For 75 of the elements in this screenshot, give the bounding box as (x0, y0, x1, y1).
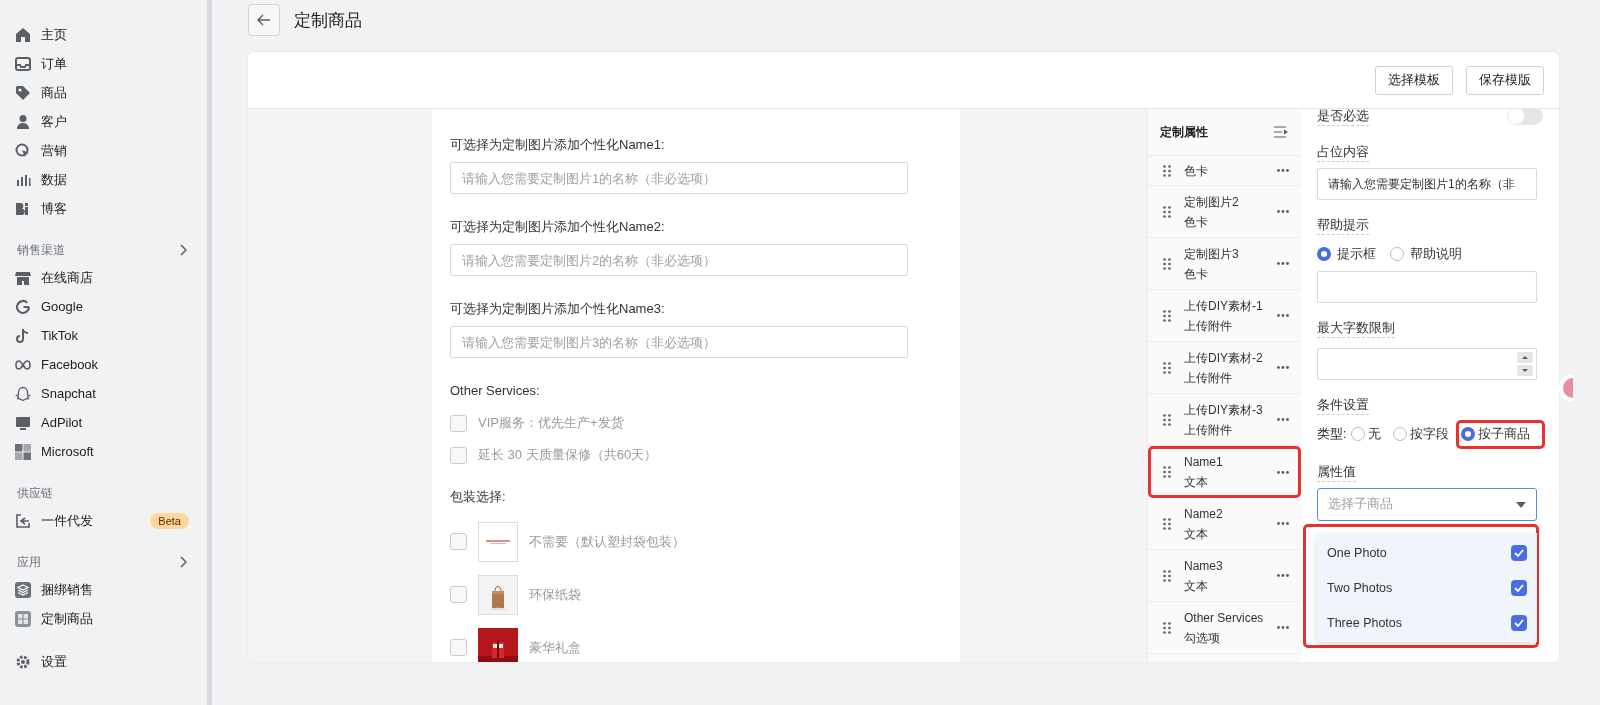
toolbar-button[interactable]: 保存模版 (1466, 65, 1544, 95)
nav-item[interactable]: Microsoft (0, 437, 205, 466)
attribute-name: Name1 (1184, 454, 1224, 471)
setting-label: 属性值 (1317, 463, 1356, 482)
attribute-name: 上传DIY素材-3 (1184, 401, 1264, 419)
radio-option[interactable]: 按字段 (1388, 419, 1457, 449)
dropdown-option[interactable]: One Photo (1317, 535, 1537, 570)
section-label: Other Services: (450, 382, 541, 400)
radio-option[interactable]: 提示框 (1317, 245, 1376, 263)
nav-item[interactable]: Facebook (0, 350, 205, 379)
nav-item[interactable]: 设置 (0, 647, 205, 676)
field-label: 可选择为定制图片添加个性化Name2: (450, 218, 666, 236)
attribute-name: 定制图片3 (1184, 245, 1240, 263)
nav-item[interactable]: 数据 (0, 165, 205, 194)
attribute-type: 色卡 (1184, 265, 1209, 283)
setting-label: 条件设置 (1317, 396, 1369, 415)
attribute-type: 上传附件 (1184, 369, 1233, 387)
section-heading: 销售渠道 (17, 241, 65, 259)
dropdown-option[interactable]: Two Photos (1317, 570, 1537, 605)
nav-item[interactable]: Snapchat (0, 379, 205, 408)
attribute-type: 文本 (1184, 525, 1209, 543)
attribute-name: 定制图片2 (1184, 193, 1240, 211)
name-input[interactable]: 请输入您需要定制图片3的名称（非必选项） (450, 326, 908, 358)
nav-item[interactable]: 捆绑销售 (0, 575, 205, 604)
placeholder-input[interactable]: 请输入您需要定制图片1的名称（非 (1317, 168, 1537, 200)
nav-item[interactable]: 博客 (0, 194, 205, 223)
nav-item[interactable]: 定制商品 (0, 604, 205, 633)
option-label: 不需要（默认塑封袋包装） (529, 532, 685, 551)
dropdown-option[interactable]: Three Photos (1317, 605, 1537, 640)
section-label: 包装选择: (450, 488, 507, 506)
nav-item[interactable]: 主页 (0, 20, 205, 49)
nav-item[interactable]: 客户 (0, 107, 205, 136)
attribute-name: 上传DIY素材-1 (1184, 297, 1264, 315)
attribute-type: 色卡 (1184, 213, 1209, 231)
setting-label: 帮助提示 (1317, 216, 1369, 235)
nav-item[interactable]: AdPilot (0, 408, 205, 437)
page-title: 定制商品 (294, 9, 362, 32)
setting-label: 最大字数限制 (1317, 319, 1395, 338)
radio-option[interactable]: 帮助说明 (1390, 245, 1462, 263)
toolbar-button[interactable]: 选择模板 (1375, 65, 1453, 95)
nav-item[interactable]: TikTok (0, 321, 205, 350)
radio-option[interactable]: 按子商品 (1456, 419, 1546, 449)
nav-item[interactable]: 商品 (0, 78, 205, 107)
name-input[interactable]: 请输入您需要定制图片2的名称（非必选项） (450, 244, 908, 276)
attribute-type: 文本 (1184, 577, 1209, 595)
field-label: 可选择为定制图片添加个性化Name3: (450, 300, 666, 318)
attribute-name: Other Services (1184, 609, 1264, 627)
nav-item[interactable]: 营销 (0, 136, 205, 165)
panel-title: 定制属性 (1160, 123, 1208, 141)
field-label: 可选择为定制图片添加个性化Name1: (450, 136, 666, 154)
attribute-type: 上传附件 (1184, 317, 1233, 335)
section-heading: 供应链 (17, 484, 53, 502)
attribute-type: 上传附件 (1184, 421, 1233, 439)
setting-label: 占位内容 (1317, 143, 1369, 162)
attribute-name: Name3 (1184, 557, 1224, 575)
attribute-name: 上传DIY素材-2 (1184, 349, 1264, 367)
nav-item[interactable]: 订单 (0, 49, 205, 78)
attribute-item[interactable]: Name1 文本 (1148, 446, 1301, 498)
option-label: 环保纸袋 (529, 585, 581, 604)
option-label: VIP服务：优先生产+发货 (478, 414, 624, 432)
beta-badge: Beta (150, 512, 189, 529)
section-heading: 应用 (17, 553, 41, 571)
nav-item[interactable]: Google (0, 292, 205, 321)
radio-option[interactable]: 无 (1346, 419, 1389, 449)
nav-item[interactable]: 一件代发 Beta (0, 506, 205, 535)
option-label: 延长 30 天质量保修（共60天） (478, 446, 658, 464)
attribute-name: Name2 (1184, 505, 1224, 523)
option-label: 豪华礼盒 (529, 638, 581, 657)
attribute-type: 勾选项 (1184, 629, 1221, 647)
attribute-type: 色卡 (1184, 162, 1209, 180)
attribute-type: 文本 (1184, 474, 1209, 491)
nav-item[interactable]: 在线商店 (0, 263, 205, 292)
type-label: 类型: (1317, 425, 1347, 443)
setting-label: 是否必选 (1317, 109, 1369, 126)
name-input[interactable]: 请输入您需要定制图片1的名称（非必选项） (450, 162, 908, 194)
